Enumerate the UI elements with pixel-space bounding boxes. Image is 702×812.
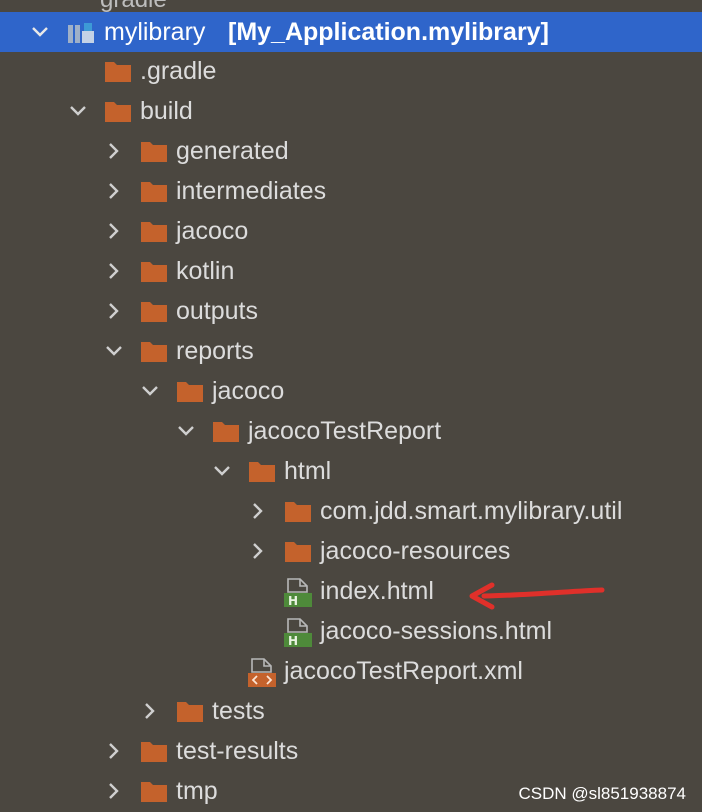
tree-row-outputs[interactable]: outputs — [0, 291, 702, 331]
tree-row-kotlin[interactable]: kotlin — [0, 251, 702, 291]
tree-row-jacocotestreport-xml[interactable]: jacocoTestReport.xml — [0, 651, 702, 691]
folder-icon — [177, 382, 203, 402]
tree-label: jacoco — [176, 217, 249, 245]
chevron-right-icon[interactable] — [102, 171, 126, 211]
tree-label: build — [140, 97, 193, 125]
tree-label: outputs — [176, 297, 259, 325]
folder-icon — [213, 422, 239, 442]
folder-icon — [141, 742, 167, 762]
module-qualified-name: [My_Application.mylibrary] — [228, 18, 549, 46]
chevron-down-icon[interactable] — [66, 91, 90, 131]
tree-row-jacoco[interactable]: jacoco — [0, 211, 702, 251]
chevron-right-icon[interactable] — [102, 131, 126, 171]
chevron-right-icon[interactable] — [246, 491, 270, 531]
folder-icon — [249, 462, 275, 482]
chevron-right-icon[interactable] — [138, 691, 162, 731]
tree-label: intermediates — [176, 177, 327, 205]
annotation-arrow-icon — [469, 582, 605, 610]
tree-label: jacoco-resources — [320, 537, 511, 565]
tree-label: reports — [176, 337, 254, 365]
tree-label: jacoco-sessions.html — [320, 617, 553, 645]
folder-icon — [141, 302, 167, 322]
tree-label: com.jdd.smart.mylibrary.util — [320, 497, 623, 525]
folder-icon — [141, 342, 167, 362]
chevron-down-icon[interactable] — [210, 451, 234, 491]
tree-row-mylibrary[interactable]: mylibrary [My_Application.mylibrary] — [0, 12, 702, 52]
folder-icon — [105, 62, 131, 82]
module-name: mylibrary — [104, 18, 206, 46]
folder-icon — [141, 222, 167, 242]
chevron-right-icon[interactable] — [102, 291, 126, 331]
svg-text:H: H — [288, 634, 298, 648]
tree-row-jacoco-resources[interactable]: jacoco-resources — [0, 531, 702, 571]
tree-label: generated — [176, 137, 289, 165]
folder-icon — [177, 702, 203, 722]
chevron-down-icon[interactable] — [138, 371, 162, 411]
folder-icon — [105, 102, 131, 122]
tree-row-generated[interactable]: generated — [0, 131, 702, 171]
folder-icon — [285, 542, 311, 562]
tree-row-jacocotestreport[interactable]: jacocoTestReport — [0, 411, 702, 451]
tree-row-test-results[interactable]: test-results — [0, 731, 702, 771]
folder-icon — [141, 142, 167, 162]
tree-label: jacocoTestReport.xml — [284, 657, 523, 685]
tree-row-build[interactable]: build — [0, 91, 702, 131]
tree-row-reports-jacoco[interactable]: jacoco — [0, 371, 702, 411]
chevron-down-icon[interactable] — [102, 331, 126, 371]
tree-row-tests[interactable]: tests — [0, 691, 702, 731]
tree-label: html — [284, 457, 332, 485]
tree-label: index.html — [320, 577, 434, 605]
svg-text:H: H — [288, 594, 298, 608]
tree-label: .gradle — [140, 57, 217, 85]
tree-row-intermediates[interactable]: intermediates — [0, 171, 702, 211]
chevron-right-icon[interactable] — [102, 251, 126, 291]
module-icon — [68, 23, 94, 43]
chevron-down-icon[interactable] — [174, 411, 198, 451]
chevron-right-icon[interactable] — [102, 731, 126, 771]
chevron-down-icon[interactable] — [28, 12, 52, 52]
html-file-icon: H — [284, 618, 312, 648]
tree-label: tmp — [176, 777, 218, 805]
tree-label: jacoco — [212, 377, 285, 405]
xml-file-icon — [248, 658, 276, 687]
chevron-right-icon[interactable] — [102, 771, 126, 811]
folder-icon — [141, 262, 167, 282]
watermark: CSDN @sl851938874 — [518, 784, 686, 803]
tree-row-html[interactable]: html — [0, 451, 702, 491]
tree-row-util-package[interactable]: com.jdd.smart.mylibrary.util — [0, 491, 702, 531]
project-tree: gradle mylibrary [My_Application.mylibra… — [0, 0, 702, 812]
html-file-icon: H — [284, 578, 312, 608]
tree-row-gradle[interactable]: .gradle — [0, 51, 702, 91]
tree-row-jacoco-sessions-html[interactable]: H jacoco-sessions.html — [0, 611, 702, 651]
tree-label: tests — [212, 697, 265, 725]
folder-icon — [285, 502, 311, 522]
tree-label: jacocoTestReport — [248, 417, 442, 445]
tree-label: kotlin — [176, 257, 235, 285]
chevron-right-icon[interactable] — [102, 211, 126, 251]
chevron-right-icon[interactable] — [246, 531, 270, 571]
folder-icon — [141, 182, 167, 202]
tree-row-reports[interactable]: reports — [0, 331, 702, 371]
tree-label: test-results — [176, 737, 299, 765]
folder-icon — [141, 782, 167, 802]
